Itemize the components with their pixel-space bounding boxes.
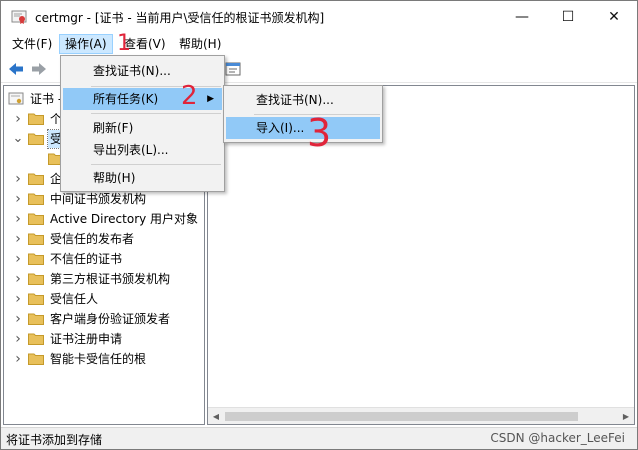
chevron-right-icon[interactable]: › (12, 349, 24, 369)
scroll-right-icon[interactable]: ▶ (619, 410, 633, 423)
tree-item[interactable]: › 不信任的证书 (4, 249, 204, 269)
tree-item-label: 不信任的证书 (50, 252, 123, 266)
menu-action[interactable]: 操作(A) (59, 34, 113, 54)
folder-icon (28, 133, 44, 145)
folder-icon (28, 173, 44, 185)
minimize-button[interactable]: — (499, 1, 545, 32)
chevron-right-icon[interactable]: › (12, 269, 24, 289)
chevron-right-icon[interactable]: › (12, 169, 24, 189)
all-tasks-label: 所有任务(K) (93, 92, 159, 106)
tree-item-label: 受信任的发布者 (50, 232, 135, 246)
menu-file[interactable]: 文件(F) (7, 34, 57, 54)
chevron-right-icon[interactable]: › (12, 209, 24, 229)
scroll-left-icon[interactable]: ◀ (209, 410, 223, 423)
maximize-button[interactable]: ☐ (545, 1, 591, 32)
submenu-import[interactable]: 导入(I)... (226, 117, 380, 139)
menu-separator (91, 113, 221, 114)
properties-icon[interactable] (224, 60, 242, 78)
folder-icon (28, 253, 44, 265)
tree-item[interactable]: › 智能卡受信任的根 (4, 349, 204, 369)
chevron-right-icon[interactable]: › (12, 249, 24, 269)
back-arrow-icon[interactable] (7, 60, 25, 78)
chevron-right-icon[interactable]: › (12, 189, 24, 209)
forward-arrow-icon[interactable] (30, 60, 48, 78)
folder-icon (28, 313, 44, 325)
chevron-down-icon[interactable]: ⌄ (12, 129, 24, 149)
title-bar: certmgr - [证书 - 当前用户\受信任的根证书颁发机构] — ☐ ✕ (1, 1, 637, 32)
action-all-tasks[interactable]: 所有任务(K) ▶ (63, 88, 222, 110)
status-bar: 将证书添加到存储 CSDN @hacker_LeeFei (1, 427, 637, 449)
status-text: 将证书添加到存储 (6, 433, 103, 447)
folder-icon (28, 193, 44, 205)
action-find-certificates[interactable]: 查找证书(N)... (63, 60, 222, 82)
annotation-step-2: 2 (181, 81, 198, 111)
tree-item-label: 客户端身份验证颁发者 (50, 312, 171, 326)
folder-icon (28, 293, 44, 305)
horizontal-scrollbar[interactable]: ◀ ▶ (208, 407, 634, 424)
tree-item-label: 中间证书颁发机构 (50, 192, 147, 206)
submenu-arrow-icon: ▶ (207, 94, 214, 104)
chevron-right-icon[interactable]: › (12, 289, 24, 309)
submenu-find-certificates[interactable]: 查找证书(N)... (226, 89, 380, 111)
tree-item[interactable]: › 第三方根证书颁发机构 (4, 269, 204, 289)
chevron-right-icon[interactable]: › (12, 109, 24, 129)
action-menu: 查找证书(N)... 所有任务(K) ▶ 刷新(F) 导出列表(L)... 帮助… (60, 55, 225, 192)
menu-separator (91, 164, 221, 165)
action-help[interactable]: 帮助(H) (63, 167, 222, 189)
tree-item-label: 证书注册申请 (50, 332, 123, 346)
action-export-list[interactable]: 导出列表(L)... (63, 139, 222, 161)
tree-item[interactable]: › 受信任人 (4, 289, 204, 309)
tree-item[interactable]: › Active Directory 用户对象 (4, 209, 204, 229)
chevron-right-icon[interactable]: › (12, 229, 24, 249)
tree-item-label: Active Directory 用户对象 (50, 212, 199, 226)
folder-icon (28, 213, 44, 225)
tree-item-label: 受信任人 (50, 292, 99, 306)
action-refresh[interactable]: 刷新(F) (63, 117, 222, 139)
menu-bar: 文件(F) 操作(A) 查看(V) 帮助(H) (1, 32, 637, 55)
close-button[interactable]: ✕ (591, 1, 637, 32)
annotation-step-3: 3 (307, 111, 332, 155)
scrollbar-thumb[interactable] (225, 412, 578, 421)
folder-icon (28, 353, 44, 365)
folder-icon (28, 233, 44, 245)
tree-root-label: 证书 - (30, 92, 63, 106)
watermark: CSDN @hacker_LeeFei (490, 431, 625, 445)
window-title: certmgr - [证书 - 当前用户\受信任的根证书颁发机构] (35, 11, 325, 25)
menu-help[interactable]: 帮助(H) (174, 34, 226, 54)
tree-item-label: 智能卡受信任的根 (50, 352, 147, 366)
chevron-right-icon[interactable]: › (12, 309, 24, 329)
folder-icon (28, 273, 44, 285)
annotation-step-1: 1 (117, 31, 131, 56)
menu-separator (91, 86, 221, 87)
tree-item-label: 第三方根证书颁发机构 (50, 272, 171, 286)
certmgr-window: certmgr - [证书 - 当前用户\受信任的根证书颁发机构] — ☐ ✕ … (0, 0, 638, 450)
folder-icon (28, 113, 44, 125)
chevron-right-icon[interactable]: › (12, 329, 24, 349)
tree-item[interactable]: › 受信任的发布者 (4, 229, 204, 249)
folder-icon (28, 333, 44, 345)
certificate-app-icon (11, 10, 27, 24)
all-tasks-submenu: 查找证书(N)... 导入(I)... (223, 85, 383, 143)
certificate-store-icon (8, 92, 24, 105)
tree-item[interactable]: › 客户端身份验证颁发者 (4, 309, 204, 329)
tree-item[interactable]: › 证书注册申请 (4, 329, 204, 349)
tree-item[interactable]: › 中间证书颁发机构 (4, 189, 204, 209)
